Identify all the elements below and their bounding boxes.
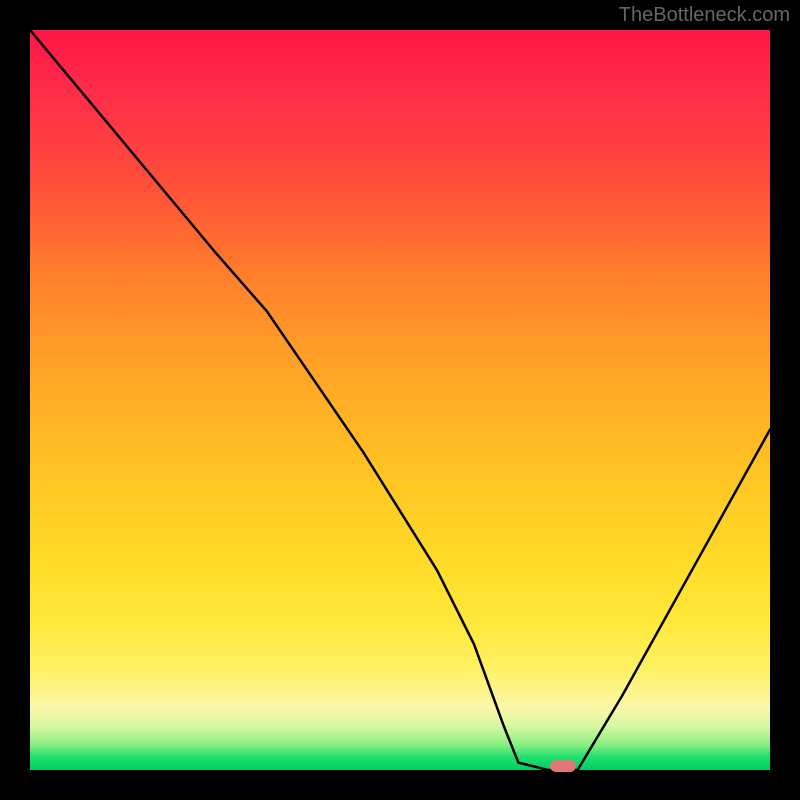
plot-area: [30, 30, 770, 770]
curve-svg: [30, 30, 770, 770]
watermark-text: TheBottleneck.com: [619, 4, 790, 27]
bottleneck-curve: [30, 30, 770, 770]
optimal-marker: [550, 760, 576, 772]
